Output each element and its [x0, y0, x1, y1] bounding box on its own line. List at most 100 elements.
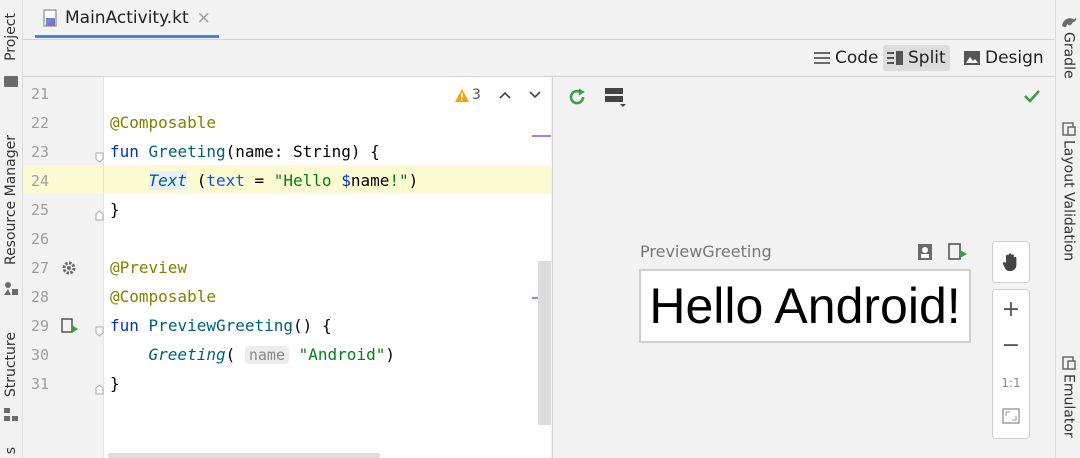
gear-icon[interactable] [61, 260, 77, 276]
code-mode-button[interactable]: Code [810, 45, 883, 71]
inspection-widget[interactable]: 3 [454, 85, 541, 105]
warning-icon [454, 88, 470, 103]
project-folder-icon[interactable] [4, 76, 18, 87]
code-line-24: Text (text = "Hello $name!") [110, 166, 418, 195]
preview-title: PreviewGreeting [640, 242, 772, 261]
zoom-actual-size-button[interactable]: 1:1 [993, 368, 1029, 398]
vertical-scrollbar[interactable] [538, 261, 551, 425]
line-number: 26 [31, 230, 50, 248]
emulator-tab-label: Emulator [1060, 374, 1077, 438]
code-line-27: @Preview [110, 253, 187, 282]
keyword-token: fun [110, 316, 139, 335]
chevron-down-icon[interactable] [529, 91, 541, 99]
project-tool-tab[interactable]: Project [0, 6, 22, 68]
string-token: "Android" [298, 345, 386, 364]
annotation-token: @Preview [110, 258, 188, 277]
function-name-token: PreviewGreeting [148, 316, 294, 335]
horizontal-scrollbar[interactable] [108, 453, 380, 458]
resource-manager-icon[interactable] [4, 280, 18, 295]
left-tool-strip: Project Resource Manager Structure s [0, 0, 23, 458]
code-view-icon [814, 51, 830, 65]
function-call-token: Greeting [148, 345, 226, 364]
fold-marker-icon[interactable] [95, 380, 104, 395]
line-number: 27 [31, 259, 50, 277]
interactive-mode-icon[interactable] [917, 243, 935, 261]
design-mode-label: Design [985, 48, 1044, 68]
code-line-28: @Composable [110, 282, 216, 311]
file-tab-mainactivity[interactable]: MainActivity.kt × [35, 0, 219, 38]
preview-render-frame[interactable]: Hello Android! [639, 269, 971, 343]
function-name-token: Greeting [148, 142, 226, 161]
file-tab-label: MainActivity.kt [65, 7, 189, 28]
annotation-token: @Composable [110, 287, 216, 306]
fold-marker-icon[interactable] [95, 206, 104, 221]
editor-gutter: 21 22 23 24 25 26 27 28 29 30 31 [23, 77, 104, 458]
pan-mode-button[interactable] [992, 241, 1030, 283]
line-number: 24 [31, 172, 50, 190]
run-preview-icon[interactable] [61, 318, 79, 334]
code-token: ) [408, 171, 419, 190]
fold-marker-icon[interactable] [95, 322, 104, 337]
zoom-fit-icon[interactable] [1002, 408, 1020, 424]
annotation-token: @Composable [110, 113, 216, 132]
refresh-icon[interactable] [567, 87, 587, 107]
template-token: $ [341, 171, 351, 190]
emulator-tool-tab[interactable]: Emulator [1056, 356, 1080, 438]
code-token: } [110, 200, 120, 219]
editor-tab-bar: MainActivity.kt × [23, 0, 1055, 40]
layout-validation-tab-label: Layout Validation [1060, 140, 1077, 262]
string-token: "Hello [273, 171, 342, 190]
resource-manager-tool-tab[interactable]: Resource Manager [0, 120, 22, 280]
line-number: 21 [31, 85, 50, 103]
code-token: = [244, 171, 274, 190]
fold-marker-icon[interactable] [95, 148, 104, 163]
deploy-icon[interactable] [948, 243, 968, 261]
zoom-in-button[interactable]: + [993, 294, 1029, 324]
zoom-out-button[interactable]: − [993, 330, 1029, 360]
code-line-30: Greeting( name "Android") [110, 340, 395, 369]
zoom-controls: + − 1:1 [992, 289, 1030, 439]
line-number: 29 [31, 317, 50, 335]
code-line-22: @Composable [110, 108, 216, 137]
structure-icon[interactable] [4, 407, 18, 421]
design-view-icon [964, 51, 980, 65]
code-editor[interactable]: 3 @Composable fun Greeting(name: String)… [104, 77, 551, 458]
favorites-tool-tab[interactable]: s [0, 444, 22, 458]
code-token: ) [385, 345, 395, 364]
code-token: () { [293, 316, 332, 335]
layout-validation-tool-tab[interactable]: Layout Validation [1056, 122, 1080, 261]
split-view-icon [887, 51, 903, 65]
gradle-icon [1061, 14, 1077, 28]
line-number: 23 [31, 143, 50, 161]
structure-tool-tab[interactable]: Structure [0, 326, 22, 404]
kotlin-file-icon [43, 9, 59, 27]
string-token: !" [389, 171, 409, 190]
function-call-token: Text [148, 171, 188, 190]
line-number: 28 [31, 288, 50, 306]
code-token: ( [187, 171, 207, 190]
resource-manager-tab-label: Resource Manager [3, 134, 19, 266]
line-number: 31 [31, 375, 50, 393]
code-line-31: } [110, 369, 120, 398]
code-line-29: fun PreviewGreeting() { [110, 311, 332, 340]
gradle-tool-tab[interactable]: Gradle [1056, 14, 1080, 79]
code-token: (name: String) { [225, 142, 380, 161]
change-marker [532, 135, 551, 137]
keyword-token: fun [110, 142, 139, 161]
split-mode-label: Split [908, 48, 946, 68]
template-var-token: name [350, 171, 390, 190]
design-mode-button[interactable]: Design [960, 45, 1048, 71]
compose-preview-panel: PreviewGreeting Hello Android! + − 1:1 [552, 77, 1056, 458]
structure-tab-label: Structure [3, 332, 19, 398]
code-line-25: } [110, 195, 120, 224]
chevron-up-icon[interactable] [499, 91, 511, 99]
line-number: 30 [31, 346, 50, 364]
warning-count: 3 [472, 87, 481, 103]
right-tool-strip: Gradle Layout Validation Emulator [1055, 0, 1080, 458]
device-config-icon[interactable] [605, 88, 627, 108]
rendered-greeting-text: Hello Android! [649, 278, 961, 334]
close-tab-icon[interactable]: × [197, 8, 211, 28]
named-arg-token: text [206, 171, 245, 190]
code-mode-label: Code [835, 48, 879, 68]
split-mode-button[interactable]: Split [883, 45, 950, 71]
